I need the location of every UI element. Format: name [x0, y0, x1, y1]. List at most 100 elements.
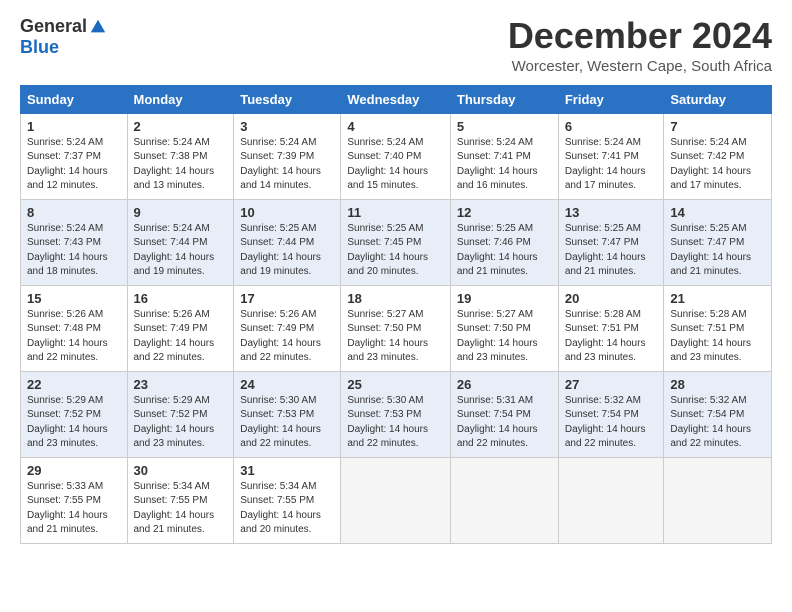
- day-info: Sunrise: 5:25 AMSunset: 7:47 PMDaylight:…: [565, 222, 658, 280]
- day-number: 15: [27, 291, 121, 306]
- day-info: Sunrise: 5:26 AMSunset: 7:49 PMDaylight:…: [134, 308, 228, 366]
- day-info: Sunrise: 5:28 AMSunset: 7:51 PMDaylight:…: [670, 308, 765, 366]
- calendar-table: SundayMondayTuesdayWednesdayThursdayFrid…: [20, 85, 772, 544]
- calendar-cell: [341, 457, 451, 543]
- calendar-week-row: 22 Sunrise: 5:29 AMSunset: 7:52 PMDayligh…: [21, 371, 772, 457]
- day-info: Sunrise: 5:25 AMSunset: 7:44 PMDaylight:…: [240, 222, 334, 280]
- day-number: 20: [565, 291, 658, 306]
- calendar-week-row: 15 Sunrise: 5:26 AMSunset: 7:48 PMDayligh…: [21, 285, 772, 371]
- logo-icon: [89, 18, 107, 36]
- day-info: Sunrise: 5:25 AMSunset: 7:45 PMDaylight:…: [347, 222, 444, 280]
- calendar-cell: 28 Sunrise: 5:32 AMSunset: 7:54 PMDayligh…: [664, 371, 772, 457]
- day-info: Sunrise: 5:30 AMSunset: 7:53 PMDaylight:…: [240, 394, 334, 452]
- calendar-cell: [450, 457, 558, 543]
- calendar-cell: 25Sunrise: 5:30 AMSunset: 7:53 PMDayligh…: [341, 371, 451, 457]
- day-info: Sunrise: 5:24 AMSunset: 7:42 PMDaylight:…: [670, 136, 765, 194]
- day-number: 11: [347, 205, 444, 220]
- day-number: 4: [347, 119, 444, 134]
- calendar-cell: 29Sunrise: 5:33 AMSunset: 7:55 PMDayligh…: [21, 457, 128, 543]
- calendar-header-row: SundayMondayTuesdayWednesdayThursdayFrid…: [21, 85, 772, 113]
- calendar-cell: 5Sunrise: 5:24 AMSunset: 7:41 PMDaylight…: [450, 113, 558, 199]
- calendar-header-monday: Monday: [127, 85, 234, 113]
- month-title: December 2024: [508, 16, 772, 56]
- calendar-cell: [558, 457, 664, 543]
- day-number: 19: [457, 291, 552, 306]
- calendar-cell: 12Sunrise: 5:25 AMSunset: 7:46 PMDayligh…: [450, 199, 558, 285]
- calendar-cell: 17 Sunrise: 5:26 AMSunset: 7:49 PMDayligh…: [234, 285, 341, 371]
- calendar-cell: 1Sunrise: 5:24 AMSunset: 7:37 PMDaylight…: [21, 113, 128, 199]
- day-number: 22: [27, 377, 121, 392]
- day-number: 2: [134, 119, 228, 134]
- calendar-cell: 31Sunrise: 5:34 AMSunset: 7:55 PMDayligh…: [234, 457, 341, 543]
- calendar-cell: 15 Sunrise: 5:26 AMSunset: 7:48 PMDayligh…: [21, 285, 128, 371]
- calendar-cell: 30Sunrise: 5:34 AMSunset: 7:55 PMDayligh…: [127, 457, 234, 543]
- day-info: Sunrise: 5:34 AMSunset: 7:55 PMDaylight:…: [134, 480, 228, 538]
- calendar-cell: 21 Sunrise: 5:28 AMSunset: 7:51 PMDayligh…: [664, 285, 772, 371]
- day-number: 28: [670, 377, 765, 392]
- day-number: 31: [240, 463, 334, 478]
- calendar-week-row: 29Sunrise: 5:33 AMSunset: 7:55 PMDayligh…: [21, 457, 772, 543]
- day-number: 27: [565, 377, 658, 392]
- day-number: 10: [240, 205, 334, 220]
- calendar-cell: 27Sunrise: 5:32 AMSunset: 7:54 PMDayligh…: [558, 371, 664, 457]
- calendar-cell: 24 Sunrise: 5:30 AMSunset: 7:53 PMDayligh…: [234, 371, 341, 457]
- day-info: Sunrise: 5:29 AMSunset: 7:52 PMDaylight:…: [134, 394, 228, 452]
- day-info: Sunrise: 5:31 AMSunset: 7:54 PMDaylight:…: [457, 394, 552, 452]
- calendar-cell: 23 Sunrise: 5:29 AMSunset: 7:52 PMDayligh…: [127, 371, 234, 457]
- page-header: General Blue December 2024 Worcester, We…: [20, 16, 772, 75]
- day-number: 26: [457, 377, 552, 392]
- day-info: Sunrise: 5:25 AMSunset: 7:47 PMDaylight:…: [670, 222, 765, 280]
- calendar-cell: 18 Sunrise: 5:27 AMSunset: 7:50 PMDayligh…: [341, 285, 451, 371]
- day-info: Sunrise: 5:32 AMSunset: 7:54 PMDaylight:…: [670, 394, 765, 452]
- location-title: Worcester, Western Cape, South Africa: [508, 58, 772, 75]
- calendar-header-friday: Friday: [558, 85, 664, 113]
- calendar-header-tuesday: Tuesday: [234, 85, 341, 113]
- day-number: 14: [670, 205, 765, 220]
- day-number: 13: [565, 205, 658, 220]
- calendar-cell: 8 Sunrise: 5:24 AMSunset: 7:43 PMDaylight…: [21, 199, 128, 285]
- calendar-cell: 3 Sunrise: 5:24 AMSunset: 7:39 PMDaylight…: [234, 113, 341, 199]
- logo-general-text: General: [20, 16, 87, 37]
- calendar-week-row: 1Sunrise: 5:24 AMSunset: 7:37 PMDaylight…: [21, 113, 772, 199]
- calendar-cell: 9Sunrise: 5:24 AMSunset: 7:44 PMDaylight…: [127, 199, 234, 285]
- calendar-cell: 22 Sunrise: 5:29 AMSunset: 7:52 PMDayligh…: [21, 371, 128, 457]
- day-info: Sunrise: 5:28 AMSunset: 7:51 PMDaylight:…: [565, 308, 658, 366]
- calendar-cell: 10 Sunrise: 5:25 AMSunset: 7:44 PMDayligh…: [234, 199, 341, 285]
- day-number: 7: [670, 119, 765, 134]
- calendar-cell: 26 Sunrise: 5:31 AMSunset: 7:54 PMDayligh…: [450, 371, 558, 457]
- day-info: Sunrise: 5:24 AMSunset: 7:39 PMDaylight:…: [240, 136, 334, 194]
- day-info: Sunrise: 5:24 AMSunset: 7:43 PMDaylight:…: [27, 222, 121, 280]
- day-number: 6: [565, 119, 658, 134]
- day-number: 5: [457, 119, 552, 134]
- day-number: 21: [670, 291, 765, 306]
- calendar-header-saturday: Saturday: [664, 85, 772, 113]
- day-info: Sunrise: 5:24 AMSunset: 7:41 PMDaylight:…: [565, 136, 658, 194]
- day-number: 18: [347, 291, 444, 306]
- day-info: Sunrise: 5:26 AMSunset: 7:48 PMDaylight:…: [27, 308, 121, 366]
- calendar-header-sunday: Sunday: [21, 85, 128, 113]
- day-number: 12: [457, 205, 552, 220]
- calendar-cell: 19 Sunrise: 5:27 AMSunset: 7:50 PMDayligh…: [450, 285, 558, 371]
- calendar-week-row: 8 Sunrise: 5:24 AMSunset: 7:43 PMDaylight…: [21, 199, 772, 285]
- calendar-cell: 16Sunrise: 5:26 AMSunset: 7:49 PMDayligh…: [127, 285, 234, 371]
- day-number: 9: [134, 205, 228, 220]
- day-number: 24: [240, 377, 334, 392]
- calendar-cell: 13 Sunrise: 5:25 AMSunset: 7:47 PMDayligh…: [558, 199, 664, 285]
- day-number: 23: [134, 377, 228, 392]
- calendar-cell: 4Sunrise: 5:24 AMSunset: 7:40 PMDaylight…: [341, 113, 451, 199]
- day-info: Sunrise: 5:27 AMSunset: 7:50 PMDaylight:…: [347, 308, 444, 366]
- calendar-cell: [664, 457, 772, 543]
- calendar-cell: 7 Sunrise: 5:24 AMSunset: 7:42 PMDaylight…: [664, 113, 772, 199]
- day-number: 3: [240, 119, 334, 134]
- title-block: December 2024 Worcester, Western Cape, S…: [508, 16, 772, 75]
- logo: General Blue: [20, 16, 107, 58]
- day-info: Sunrise: 5:27 AMSunset: 7:50 PMDaylight:…: [457, 308, 552, 366]
- day-info: Sunrise: 5:26 AMSunset: 7:49 PMDaylight:…: [240, 308, 334, 366]
- day-number: 17: [240, 291, 334, 306]
- day-number: 8: [27, 205, 121, 220]
- calendar-cell: 14 Sunrise: 5:25 AMSunset: 7:47 PMDayligh…: [664, 199, 772, 285]
- day-info: Sunrise: 5:29 AMSunset: 7:52 PMDaylight:…: [27, 394, 121, 452]
- day-info: Sunrise: 5:24 AMSunset: 7:37 PMDaylight:…: [27, 136, 121, 194]
- calendar-header-thursday: Thursday: [450, 85, 558, 113]
- calendar-header-wednesday: Wednesday: [341, 85, 451, 113]
